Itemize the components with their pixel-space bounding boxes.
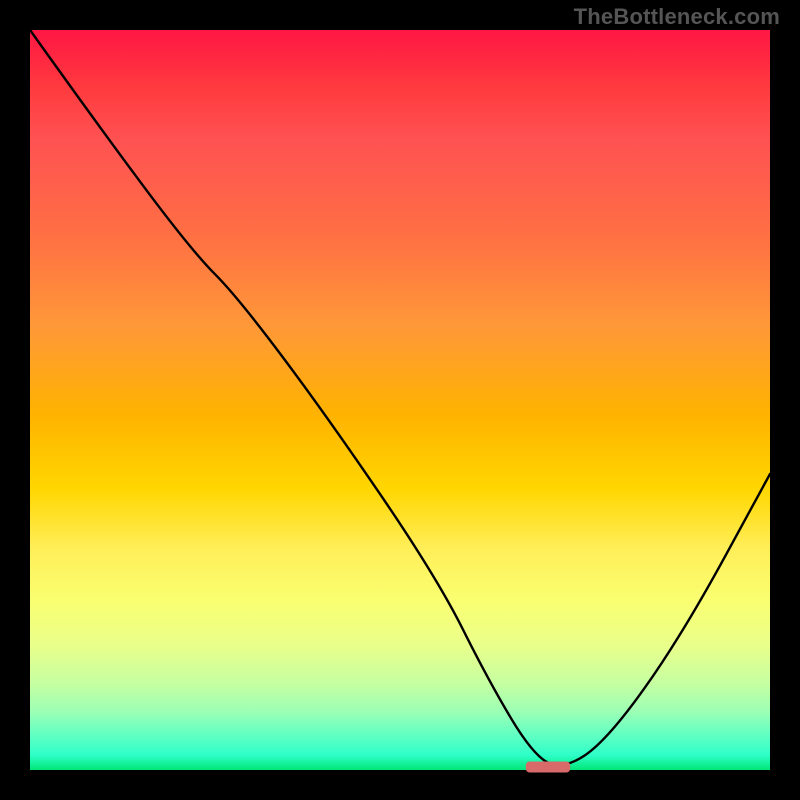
chart-frame: TheBottleneck.com <box>0 0 800 800</box>
curve-svg <box>30 30 770 770</box>
watermark-text: TheBottleneck.com <box>574 4 780 30</box>
plot-area <box>30 30 770 770</box>
optimum-marker <box>526 761 570 772</box>
bottleneck-curve <box>30 30 770 765</box>
